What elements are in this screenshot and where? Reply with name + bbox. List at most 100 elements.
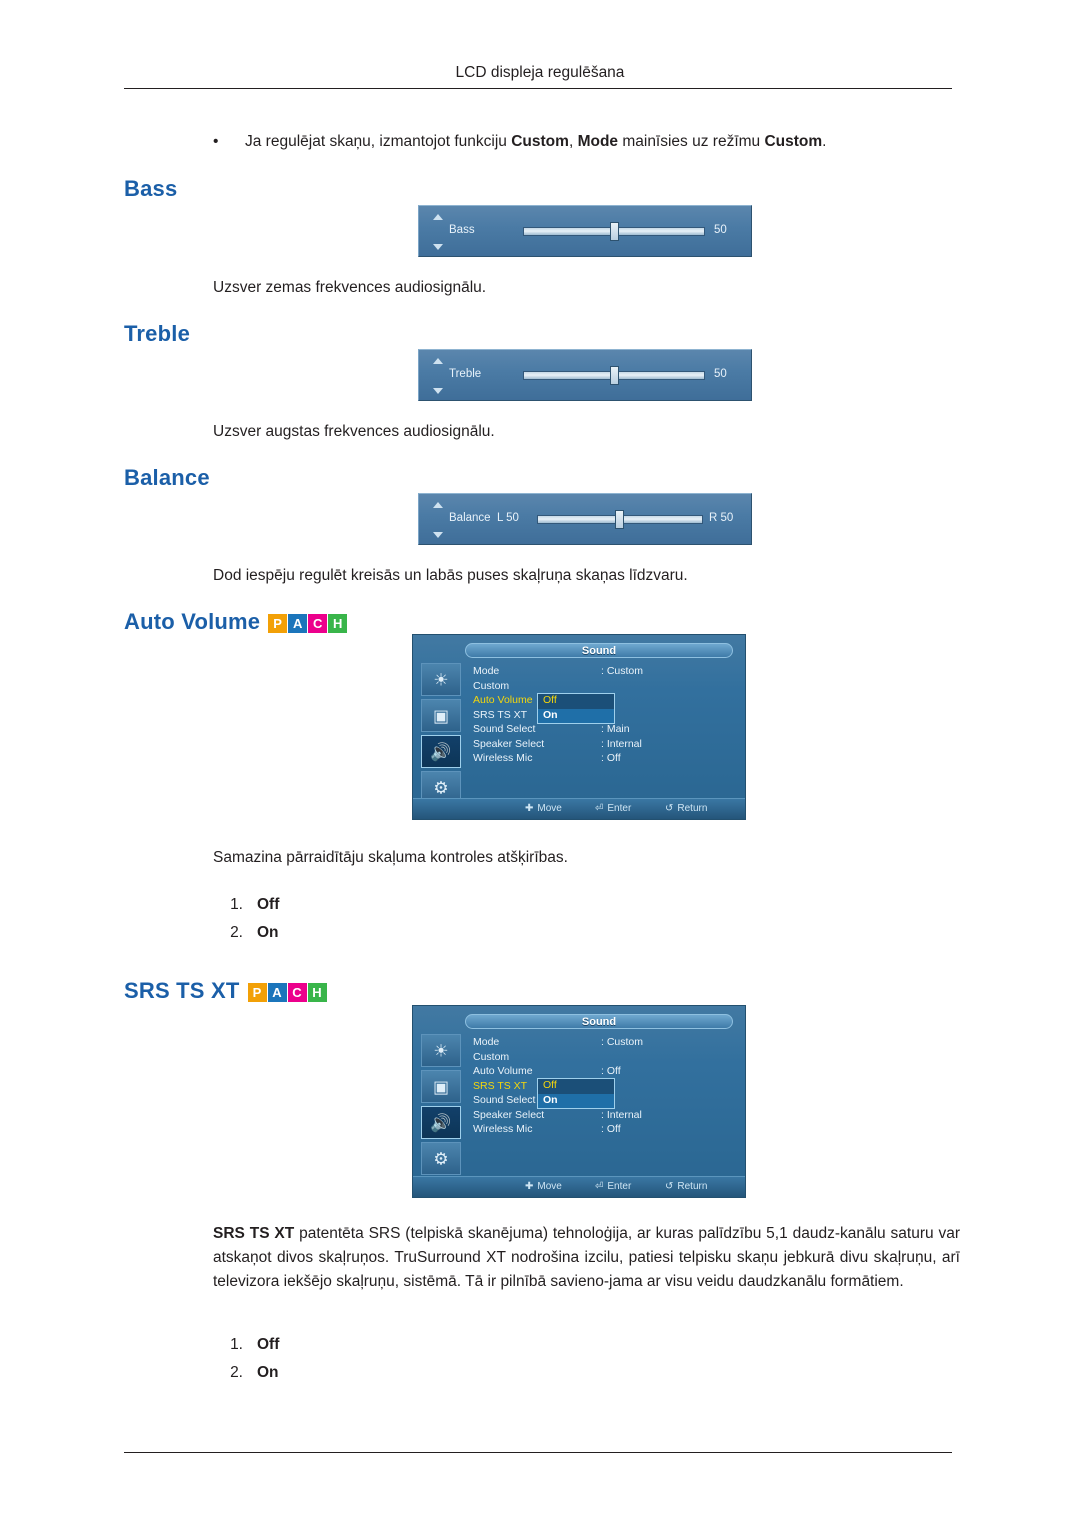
osd-row-name: Mode [473, 1036, 500, 1048]
osd-footer-1: ✚ Move ⏎ Enter ↺ Return [413, 798, 745, 819]
footer-move-label: Move [537, 803, 562, 814]
option-on[interactable]: On [538, 1093, 614, 1108]
sound-menu-osd-2: Sound ☀ ▣ 🔊 ⚙ 🖥 Mode : Custom Custom Aut… [412, 1005, 746, 1198]
balance-slider-thumb[interactable] [615, 510, 624, 529]
osd-row-name: Wireless Mic [473, 752, 533, 764]
desc-bass: Uzsver zemas frekvences audiosignālu. [213, 279, 487, 296]
osd-title-bar-2: Sound [465, 1014, 733, 1029]
heading-srs-ts-xt: SRS TS XT P A C H [124, 978, 328, 1005]
badge-c: C [308, 614, 328, 634]
list-index: 1. [230, 896, 243, 913]
osd-row-name: SRS TS XT [473, 1079, 528, 1092]
option-off[interactable]: Off [538, 1079, 614, 1094]
balance-arrows[interactable] [433, 502, 445, 538]
osd-row-value: : Off [601, 1123, 621, 1135]
desc-balance: Dod iespēju regulēt kreisās un labās pus… [213, 567, 688, 584]
osd-row-name: Custom [473, 1050, 510, 1063]
bullet-mid-1: , [568, 133, 578, 150]
balance-osd-label: Balance [449, 512, 491, 524]
balance-left-value: L 50 [497, 512, 519, 524]
osd-row-name: Auto Volume [473, 1065, 533, 1077]
option-on[interactable]: On [538, 708, 614, 723]
list-index: 2. [230, 924, 243, 941]
footer-enter-label: Enter [607, 1181, 632, 1192]
osd-row-name: Sound Select [473, 723, 536, 735]
list-index: 1. [230, 1336, 243, 1353]
badge-p: P [268, 614, 288, 634]
balance-osd-slider: Balance L 50 R 50 [418, 493, 752, 545]
sound-icon[interactable]: 🔊 [421, 1106, 461, 1139]
treble-arrows[interactable] [433, 358, 445, 394]
bass-arrows[interactable] [433, 214, 445, 250]
screen-glyph: ▣ [432, 1077, 450, 1096]
footer-return: ↺ Return [665, 1181, 707, 1192]
bullet-pre: Ja regulējat skaņu, izmantojot funkciju [245, 133, 512, 150]
osd-row-value: : Off [601, 1065, 621, 1077]
osd-title-2: Sound [581, 1016, 617, 1028]
arrow-up-icon [433, 358, 443, 364]
option-off[interactable]: Off [538, 694, 614, 709]
arrow-down-icon [433, 532, 443, 538]
screen-icon[interactable]: ▣ [421, 1070, 461, 1103]
osd-row-value: : Internal [601, 1108, 642, 1121]
pach-badges-auto-volume: PACH [268, 608, 348, 634]
osd-icon-column-2: ☀ ▣ 🔊 ⚙ 🖥 [421, 1034, 461, 1197]
osd-row-name: Sound Select [473, 1094, 536, 1106]
enter-icon: ⏎ [595, 803, 604, 814]
list-item: 2. On [213, 919, 279, 947]
heading-bass: Bass [124, 176, 178, 201]
pach-badges-srs: PACH [247, 977, 328, 1003]
list-item: 1. Off [213, 891, 279, 919]
footer-enter-label: Enter [607, 803, 632, 814]
picture-icon[interactable]: ☀ [421, 663, 461, 696]
list-value: Off [257, 1336, 280, 1353]
bass-osd-value: 50 [714, 224, 727, 236]
heading-auto-volume-text: Auto Volume [124, 609, 261, 634]
heading-srs-text: SRS TS XT [124, 978, 240, 1003]
bullet-paragraph: • Ja regulējat skaņu, izmantojot funkcij… [213, 131, 973, 153]
sound-icon[interactable]: 🔊 [421, 735, 461, 768]
osd-footer-2: ✚ Move ⏎ Enter ↺ Return [413, 1176, 745, 1197]
desc-treble: Uzsver augstas frekvences audiosignālu. [213, 423, 495, 440]
auto-volume-select-box[interactable]: Off On [537, 693, 615, 724]
osd-row-name: Mode [473, 665, 500, 677]
picture-glyph: ☀ [433, 1041, 449, 1060]
sound-menu-osd-1: Sound ☀ ▣ 🔊 ⚙ 🖥 Mode : Custom Custom Aut… [412, 634, 746, 820]
screen-glyph: ▣ [432, 706, 450, 725]
treble-osd-slider: Treble 50 [418, 349, 752, 401]
sound-glyph: 🔊 [430, 1113, 452, 1132]
list-value: Off [257, 896, 280, 913]
bullet-bold-1: Custom [511, 133, 569, 150]
bullet-bold-2: Mode [577, 133, 619, 150]
treble-osd-value: 50 [714, 368, 727, 380]
setup-icon[interactable]: ⚙ [421, 1142, 461, 1175]
document-page: LCD displeja regulēšana • Ja regulējat s… [0, 0, 1080, 1527]
osd-row-name: Speaker Select [473, 737, 545, 750]
screen-icon[interactable]: ▣ [421, 699, 461, 732]
srs-paragraph-text: patentēta SRS (telpiskā skanējuma) tehno… [213, 1225, 960, 1290]
bullet-mid-2: mainīsies uz režīmu [618, 133, 765, 150]
srs-paragraph: SRS TS XT patentēta SRS (telpiskā skanēj… [213, 1222, 960, 1294]
osd-row-name: Auto Volume [473, 694, 533, 706]
heading-auto-volume: Auto Volume P A C H [124, 609, 348, 636]
desc-auto-volume: Samazina pārraidītāju skaļuma kontroles … [213, 849, 568, 866]
arrow-down-icon [433, 244, 443, 250]
footer-enter: ⏎ Enter [595, 803, 631, 814]
srs-select-box[interactable]: Off On [537, 1078, 615, 1109]
setup-glyph: ⚙ [433, 778, 449, 797]
bass-slider-thumb[interactable] [610, 222, 619, 241]
return-icon: ↺ [665, 1181, 674, 1192]
auto-volume-options: 1. Off 2. On [213, 891, 279, 947]
treble-osd-label: Treble [449, 368, 482, 380]
arrow-up-icon [433, 214, 443, 220]
arrow-up-icon [433, 502, 443, 508]
footer-divider [124, 1452, 952, 1453]
osd-row-value: : Off [601, 752, 621, 764]
footer-move: ✚ Move [525, 803, 562, 814]
picture-icon[interactable]: ☀ [421, 1034, 461, 1067]
osd-row-name: Speaker Select [473, 1108, 545, 1121]
treble-slider-thumb[interactable] [610, 366, 619, 385]
balance-right-value: R 50 [709, 512, 734, 524]
list-index: 2. [230, 1364, 243, 1381]
list-item: 2. On [213, 1359, 279, 1387]
